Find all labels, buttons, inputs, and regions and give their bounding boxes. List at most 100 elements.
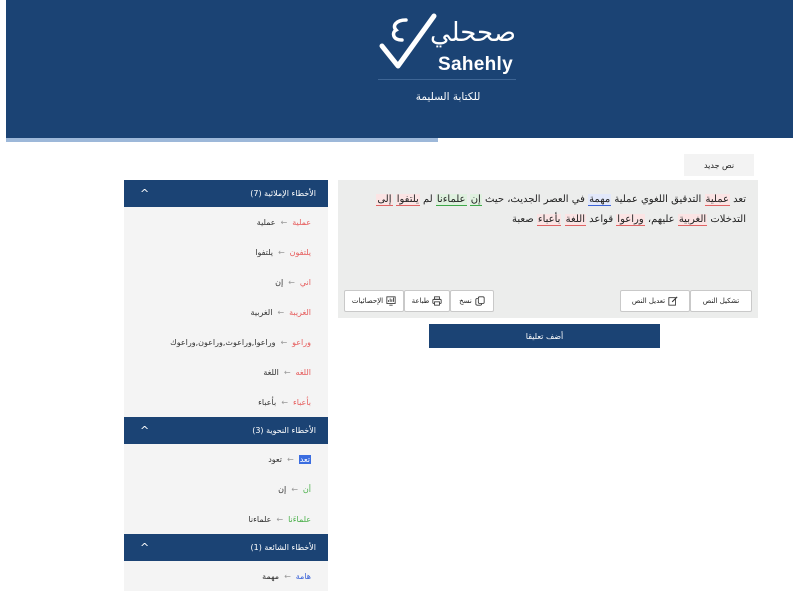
printer-icon bbox=[432, 296, 442, 306]
text-fragment: قواعد bbox=[585, 214, 617, 225]
highlighted-error-word[interactable]: مهمة bbox=[588, 194, 612, 206]
highlighted-error-word[interactable]: يلتفوا bbox=[395, 194, 420, 206]
arrow-left-icon: ← bbox=[280, 217, 288, 227]
common-errors-list: مهمة ← هامة bbox=[124, 561, 328, 591]
suggested-correction[interactable]: إن bbox=[278, 485, 286, 494]
logo-arabic-text: صححلي bbox=[430, 18, 516, 48]
arrow-left-icon: ← bbox=[281, 397, 288, 407]
errors-sidebar: ^ الأخطاء الإملائية (7) عملية ← عملية يلتفو… bbox=[124, 180, 328, 591]
highlighted-error-word[interactable]: وراعوا bbox=[616, 214, 645, 226]
flagged-word[interactable]: اني bbox=[300, 278, 311, 287]
error-suggestion-item[interactable]: اللغة ← اللغه bbox=[124, 357, 328, 387]
edit-icon bbox=[668, 296, 678, 306]
error-suggestion-item[interactable]: الغربية ← الغريبة bbox=[124, 297, 328, 327]
error-suggestion-item[interactable]: وراعوا,وراعوث,وراعون,وراعوك ← وراعو bbox=[124, 327, 328, 357]
text-fragment: التدقيق اللغوي عملية bbox=[611, 194, 705, 205]
logo[interactable]: صححلي Sahehly bbox=[364, 12, 516, 75]
edit-text-button[interactable]: تعديل النص bbox=[620, 290, 690, 312]
flagged-word[interactable]: هامة bbox=[296, 572, 311, 581]
suggested-correction[interactable]: وراعوا,وراعوث,وراعون,وراعوك bbox=[170, 338, 275, 347]
error-suggestion-item[interactable]: إن ← اني bbox=[124, 267, 328, 297]
arrow-left-icon: ← bbox=[291, 484, 298, 494]
chevron-up-icon[interactable]: ^ bbox=[140, 541, 149, 554]
text-fragment: تعد bbox=[729, 194, 746, 205]
arrow-left-icon: ← bbox=[284, 571, 291, 581]
flagged-word[interactable]: وراعو bbox=[292, 338, 311, 347]
flagged-word[interactable]: تعد bbox=[298, 454, 311, 464]
grammar-errors-list: تعود ← تعد إن ← أن علماءنا ← علماءَنا bbox=[124, 444, 328, 534]
arrow-left-icon: ← bbox=[288, 277, 295, 287]
suggested-correction[interactable]: تعود bbox=[268, 455, 282, 464]
grammar-errors-title: الأخطاء النحوية (3) bbox=[252, 426, 316, 435]
suggested-correction[interactable]: يلتفوا bbox=[255, 248, 273, 257]
flagged-word[interactable]: يلتفون bbox=[290, 248, 311, 257]
shape-text-label: تشكيل النص bbox=[702, 297, 740, 305]
highlighted-error-word[interactable]: الغربية bbox=[677, 214, 708, 226]
spelling-errors-header[interactable]: ^ الأخطاء الإملائية (7) bbox=[124, 180, 328, 207]
highlighted-error-word[interactable]: عملية bbox=[704, 194, 730, 206]
suggested-correction[interactable]: بأعباء bbox=[258, 398, 276, 407]
error-suggestion-item[interactable]: عملية ← عملية bbox=[124, 207, 328, 237]
checkmark-logo-icon bbox=[379, 13, 437, 69]
flagged-word[interactable]: أن bbox=[303, 485, 311, 494]
page-progress-bar bbox=[6, 138, 438, 142]
error-suggestion-item[interactable]: تعود ← تعد bbox=[124, 444, 328, 474]
copy-icon bbox=[475, 296, 485, 306]
error-suggestion-item[interactable]: علماءنا ← علماءَنا bbox=[124, 504, 328, 534]
text-fragment: صعبة bbox=[512, 214, 537, 225]
suggested-correction[interactable]: الغربية bbox=[251, 308, 273, 317]
print-button[interactable]: طباعة bbox=[404, 290, 450, 312]
logo-english-text: Sahehly bbox=[438, 54, 513, 75]
flagged-word[interactable]: الغريبة bbox=[289, 308, 311, 317]
arrow-left-icon: ← bbox=[280, 337, 288, 347]
common-errors-header[interactable]: ^ الأخطاء الشائعة (1) bbox=[124, 534, 328, 561]
flagged-word[interactable]: اللغه bbox=[296, 368, 311, 377]
suggested-correction[interactable]: إن bbox=[275, 278, 283, 287]
suggested-correction[interactable]: اللغة bbox=[263, 368, 278, 377]
tab-new-text[interactable]: نص جديد bbox=[684, 154, 754, 176]
error-suggestion-item[interactable]: إن ← أن bbox=[124, 474, 328, 504]
statistics-label: الإحصائيات bbox=[351, 297, 384, 305]
chevron-up-icon[interactable]: ^ bbox=[140, 187, 149, 200]
print-label: طباعة bbox=[411, 297, 430, 305]
arrow-left-icon: ← bbox=[276, 514, 284, 524]
highlighted-error-word[interactable]: بأعباء bbox=[536, 214, 562, 226]
grammar-errors-header[interactable]: ^ الأخطاء النحوية (3) bbox=[124, 417, 328, 444]
copy-label: نسخ bbox=[459, 297, 472, 305]
spelling-errors-list: عملية ← عملية يلتفوا ← يلتفون إن ← اني الغربية ← ال… bbox=[124, 207, 328, 417]
text-fragment: عليهم، bbox=[644, 214, 678, 225]
highlighted-error-word[interactable]: علماءنا bbox=[435, 194, 467, 206]
spelling-errors-title: الأخطاء الإملائية (7) bbox=[250, 189, 316, 198]
header-divider bbox=[378, 79, 516, 80]
app-header: صححلي Sahehly للكتابة السليمة bbox=[6, 0, 793, 138]
text-fragment: التدخلات bbox=[707, 214, 746, 225]
common-errors-title: الأخطاء الشائعة (1) bbox=[250, 543, 316, 552]
add-comment-button[interactable]: أضف تعليقا bbox=[429, 324, 660, 348]
arrow-left-icon: ← bbox=[277, 247, 285, 257]
error-suggestion-item[interactable]: يلتفوا ← يلتفون bbox=[124, 237, 328, 267]
suggested-correction[interactable]: مهمة bbox=[262, 572, 279, 581]
highlighted-error-word[interactable]: إن bbox=[469, 194, 482, 206]
statistics-icon bbox=[386, 296, 396, 306]
arrow-left-icon: ← bbox=[287, 454, 294, 464]
arrow-left-icon: ← bbox=[277, 307, 285, 317]
tagline: للكتابة السليمة bbox=[415, 91, 481, 103]
flagged-word[interactable]: بأعباء bbox=[293, 398, 311, 407]
error-suggestion-item[interactable]: بأعباء ← بأعباء bbox=[124, 387, 328, 417]
editor-content[interactable]: تعد عملية التدقيق اللغوي عملية مهمة في ا… bbox=[346, 190, 746, 230]
highlighted-error-word[interactable]: إلى bbox=[376, 194, 393, 206]
flagged-word[interactable]: علماءَنا bbox=[288, 515, 311, 524]
chevron-up-icon[interactable]: ^ bbox=[140, 424, 149, 437]
highlighted-error-word[interactable]: اللغة bbox=[564, 214, 586, 226]
flagged-word[interactable]: عملية bbox=[292, 218, 311, 227]
text-fragment: في العصر الجديث، حيث bbox=[481, 194, 589, 205]
shape-text-button[interactable]: تشكيل النص bbox=[690, 290, 752, 312]
suggested-correction[interactable]: عملية bbox=[257, 218, 276, 227]
text-fragment: لم bbox=[419, 194, 436, 205]
statistics-button[interactable]: الإحصائيات bbox=[344, 290, 404, 312]
arrow-left-icon: ← bbox=[283, 367, 291, 377]
suggested-correction[interactable]: علماءنا bbox=[248, 515, 271, 524]
edit-text-label: تعديل النص bbox=[631, 297, 666, 305]
copy-button[interactable]: نسخ bbox=[450, 290, 494, 312]
error-suggestion-item[interactable]: مهمة ← هامة bbox=[124, 561, 328, 591]
